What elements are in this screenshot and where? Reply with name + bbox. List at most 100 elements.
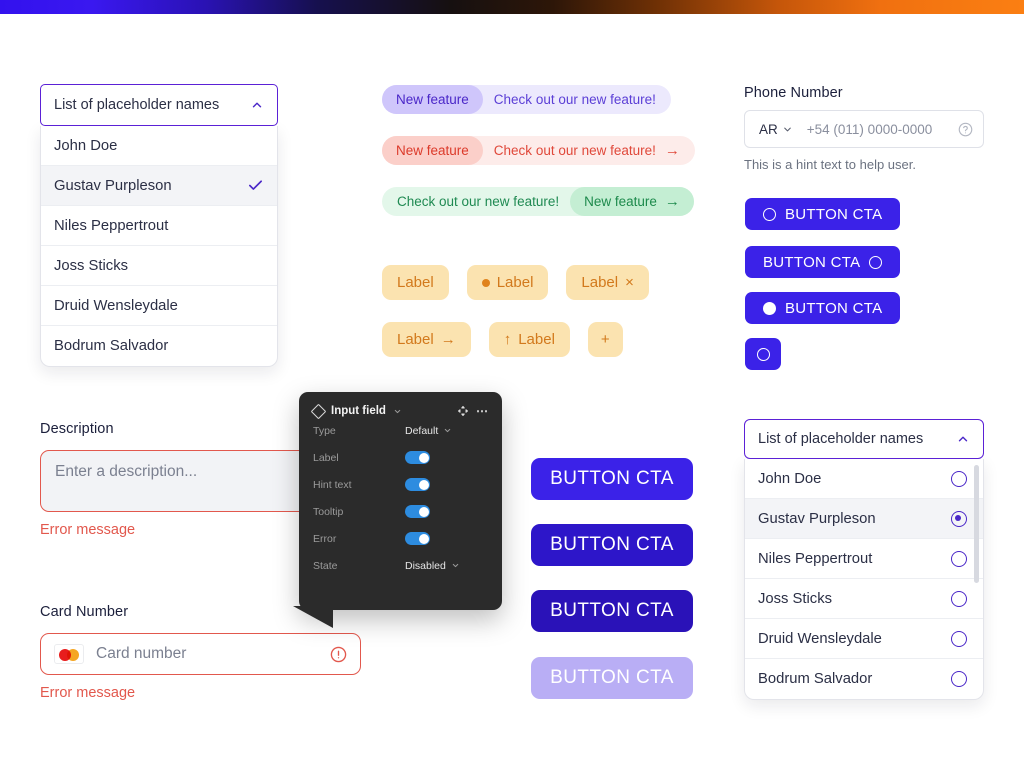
panel-row-type: Type Default [299,417,502,444]
list-item[interactable]: John Doe [41,126,277,166]
description-input[interactable]: Enter a description... [40,450,330,512]
radio-button[interactable] [951,590,967,607]
card-number-input-box[interactable]: Card number [40,633,361,675]
list-item[interactable]: Joss Sticks [745,579,983,619]
dot-icon [481,278,490,287]
list-item-label: Joss Sticks [758,590,832,607]
panel-row-key: Label [313,451,339,464]
phone-input[interactable]: +54 (011) 0000-0000 [807,122,952,137]
panel-title: Input field [331,405,386,417]
country-code-value: AR [759,121,778,137]
chip-with-dot[interactable]: Label [466,265,549,300]
chip-label: Label [397,274,434,291]
badge-message: Check out our new feature! → [483,136,695,165]
panel-row-key: State [313,559,338,572]
panel-tail [293,606,333,628]
plus-icon: + [600,331,610,348]
close-icon[interactable]: × [625,274,634,291]
circle-outline-icon [763,207,776,221]
input-field-properties-panel: Input field ⋯ Type Default Label Hint te… [293,392,502,628]
panel-row-select[interactable]: Default [405,425,452,437]
announcement-badge-red[interactable]: New feature Check out our new feature! → [382,136,695,165]
chevron-down-icon [452,563,459,568]
description-placeholder: Enter a description... [55,463,198,480]
description-field: Description Enter a description... Error… [40,420,330,538]
dropdown-left-list: John Doe Gustav Purpleson Niles Peppertr… [40,126,278,367]
scrollbar-thumb[interactable] [974,465,979,583]
phone-input-box[interactable]: AR +54 (011) 0000-0000 [744,110,984,148]
panel-row-value: Disabled [405,559,446,572]
chip-add-button[interactable]: + [587,322,623,357]
list-item[interactable]: Bodrum Salvador [745,659,983,699]
cta-button-icon-right[interactable]: BUTTON CTA [745,246,901,278]
list-item-label: Joss Sticks [54,257,128,274]
announcement-badges: New feature Check out our new feature! N… [382,85,695,216]
radio-button[interactable] [951,470,967,487]
panel-row-select[interactable]: Disabled [405,560,460,572]
cta-button-label: BUTTON CTA [763,253,861,271]
list-item-label: Niles Peppertrout [758,550,873,567]
list-item[interactable]: Druid Wensleydale [41,286,277,326]
chevron-up-icon [252,102,262,108]
toggle-switch[interactable] [405,478,430,491]
toggle-switch[interactable] [405,532,430,545]
radio-button[interactable] [951,630,967,647]
chip-arrow-trailing[interactable]: Label → [382,322,471,357]
list-item[interactable]: Bodrum Salvador [41,326,277,366]
chip-plain[interactable]: Label [382,265,449,300]
list-item-label: Druid Wensleydale [54,297,178,314]
chevron-down-icon [783,127,791,131]
mastercard-icon [54,644,84,664]
dropdown-left-header[interactable]: List of placeholder names [40,84,278,126]
question-circle-icon[interactable] [958,122,973,137]
badge-message-label: Check out our new feature! [493,143,656,158]
list-item[interactable]: Gustav Purpleson [41,166,277,206]
chevron-down-icon [445,428,451,433]
radio-button-selected[interactable] [951,510,967,527]
arrow-right-icon: → [664,142,680,159]
country-code-select[interactable]: AR [759,122,793,137]
badge-pill: New feature → [570,187,694,216]
cta-button-filled-icon[interactable]: BUTTON CTA [745,292,901,324]
panel-row-label: Label [299,444,502,471]
chip-dismissible[interactable]: Label × [566,265,649,300]
cta-button-icon-left[interactable]: BUTTON CTA [745,198,901,230]
toggle-switch[interactable] [405,505,430,518]
list-item[interactable]: Niles Peppertrout [41,206,277,246]
chip-arrow-leading[interactable]: ↑ Label [488,322,570,357]
panel-row-state: State Disabled [299,552,502,579]
announcement-badge-green[interactable]: Check out our new feature! New feature → [382,187,694,216]
move-icon[interactable] [457,405,469,417]
radio-button[interactable] [951,671,967,687]
list-item[interactable]: John Doe [745,459,983,499]
chevron-down-icon[interactable] [393,407,402,416]
list-item[interactable]: Druid Wensleydale [745,619,983,659]
description-error-message: Error message [40,522,136,538]
radio-button[interactable] [951,550,967,567]
cta-button-pressed[interactable]: BUTTON CTA [531,590,693,632]
badge-message-label: Check out our new feature! [493,92,656,107]
chip-label: Label [518,331,555,348]
badge-message-label: Check out our new feature! [397,194,560,209]
more-horizontal-icon[interactable]: ⋯ [476,405,488,417]
chevron-up-icon [958,436,968,442]
toggle-switch[interactable] [405,451,430,464]
list-item[interactable]: Joss Sticks [41,246,277,286]
circle-filled-icon [763,301,776,315]
dropdown-right-header[interactable]: List of placeholder names [744,419,984,459]
badge-message: Check out our new feature! [483,85,671,114]
badge-message: Check out our new feature! [382,187,570,216]
cta-button-disabled[interactable]: BUTTON CTA [531,657,693,699]
cta-button-hover[interactable]: BUTTON CTA [531,524,693,566]
circle-outline-icon [869,255,883,269]
card-number-error-message: Error message [40,685,136,701]
dropdown-list-checkmark: List of placeholder names John Doe Gusta… [40,84,278,367]
cta-icon-only-button[interactable] [745,338,781,370]
announcement-badge-purple[interactable]: New feature Check out our new feature! [382,85,671,114]
list-item[interactable]: Gustav Purpleson [745,499,983,539]
list-item[interactable]: Niles Peppertrout [745,539,983,579]
check-icon [249,180,262,190]
card-number-input[interactable]: Card number [96,645,318,663]
cta-button-default[interactable]: BUTTON CTA [531,458,693,500]
badge-pill-label: New feature [382,85,483,114]
